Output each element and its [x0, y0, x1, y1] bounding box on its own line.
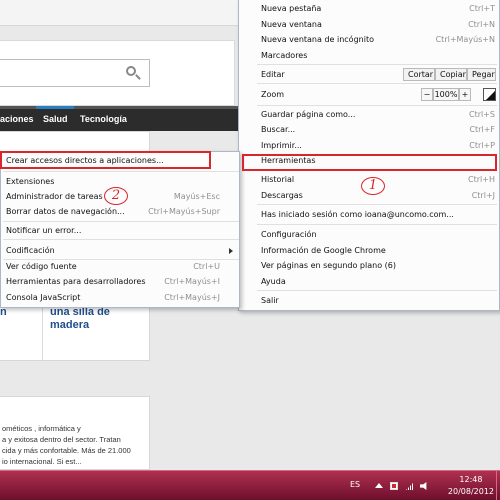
site-search-input[interactable]: [0, 59, 150, 87]
clock[interactable]: 12:48 20/08/2012: [448, 474, 494, 498]
menu-item-exit[interactable]: Salir: [261, 294, 495, 308]
site-header: [0, 40, 235, 106]
menu-item-javascript-console[interactable]: Consola JavaScript Ctrl+Mayús+J: [6, 291, 220, 305]
menu-item-report-error[interactable]: Notificar un error...: [6, 224, 220, 238]
nav-active-indicator: [36, 106, 74, 109]
cut-button[interactable]: Cortar: [403, 68, 435, 81]
menu-item-bookmarks[interactable]: Marcadores: [261, 49, 495, 63]
fullscreen-icon[interactable]: [483, 88, 496, 101]
menu-separator: [257, 204, 497, 205]
flag-icon[interactable]: [390, 482, 398, 490]
language-indicator[interactable]: ES: [350, 480, 360, 489]
network-icon[interactable]: [406, 482, 414, 490]
menu-separator: [3, 239, 239, 240]
menu-separator: [3, 221, 239, 222]
tools-submenu: Crear accesos directos a aplicaciones...…: [0, 151, 240, 308]
system-tray: ES 12:48 20/08/2012: [340, 471, 500, 500]
show-desktop-button[interactable]: [496, 471, 500, 500]
menu-item-clear-browsing-data[interactable]: Borrar datos de navegación... Ctrl+Mayús+…: [6, 205, 220, 219]
zoom-out-button[interactable]: −: [421, 88, 433, 101]
menu-item-encoding[interactable]: Codificación: [6, 244, 220, 258]
menu-item-view-source[interactable]: Ver código fuente Ctrl+U: [6, 260, 220, 274]
menu-item-find[interactable]: Buscar... Ctrl+F: [261, 123, 495, 137]
submenu-arrow-icon: [229, 248, 233, 254]
taskbar: ES 12:48 20/08/2012: [0, 470, 500, 500]
zoom-level: 100%: [433, 88, 459, 101]
menu-separator: [257, 105, 497, 106]
menu-item-new-window[interactable]: Nueva ventana Ctrl+N: [261, 18, 495, 32]
nav-item-salud[interactable]: Salud: [43, 114, 68, 124]
copy-button[interactable]: Copiar: [435, 68, 467, 81]
menu-separator: [257, 64, 497, 65]
clock-date: 20/08/2012: [447, 487, 494, 496]
nav-item-aciones[interactable]: aciones: [0, 114, 34, 124]
menu-item-signed-in[interactable]: Has iniciado sesión como ioana@uncomo.co…: [261, 208, 495, 222]
menu-item-new-tab[interactable]: Nueva pestaña Ctrl+T: [261, 2, 495, 16]
search-icon[interactable]: [125, 65, 141, 81]
menu-item-help[interactable]: Ayuda: [261, 275, 495, 289]
menu-item-about[interactable]: Información de Google Chrome: [261, 244, 495, 258]
menu-item-developer-tools[interactable]: Herramientas para desarrolladores Ctrl+Ma…: [6, 275, 220, 289]
article-excerpt-card: ométicos , informática ya y exitosa dent…: [0, 396, 150, 470]
menu-item-incognito[interactable]: Nueva ventana de incógnito Ctrl+Mayús+N: [261, 33, 495, 47]
show-hidden-icon[interactable]: [375, 483, 383, 488]
zoom-in-button[interactable]: +: [459, 88, 471, 101]
menu-item-settings[interactable]: Configuración: [261, 228, 495, 242]
menu-separator: [3, 171, 239, 172]
volume-icon[interactable]: [420, 482, 427, 490]
menu-separator: [257, 224, 497, 225]
step-2-marker: 2: [104, 187, 128, 205]
menu-item-save-page[interactable]: Guardar página como... Ctrl+S: [261, 108, 495, 122]
menu-item-print[interactable]: Imprimir... Ctrl+P: [261, 139, 495, 153]
menu-separator: [257, 290, 497, 291]
highlight-tools: [242, 154, 497, 171]
site-nav: aciones Salud Tecnología: [0, 106, 245, 131]
step-1-marker: 1: [361, 177, 385, 195]
nav-item-tecnologia[interactable]: Tecnología: [80, 114, 127, 124]
clock-time: 12:48: [459, 475, 483, 484]
highlight-create-shortcuts: [0, 151, 211, 169]
paste-button[interactable]: Pegar: [467, 68, 496, 81]
article-headline-right[interactable]: una silla de madera: [50, 306, 110, 332]
menu-separator: [257, 83, 497, 84]
menu-item-background-pages[interactable]: Ver páginas en segundo plano (6): [261, 259, 495, 273]
article-excerpt: ométicos , informática ya y exitosa dent…: [2, 424, 131, 466]
